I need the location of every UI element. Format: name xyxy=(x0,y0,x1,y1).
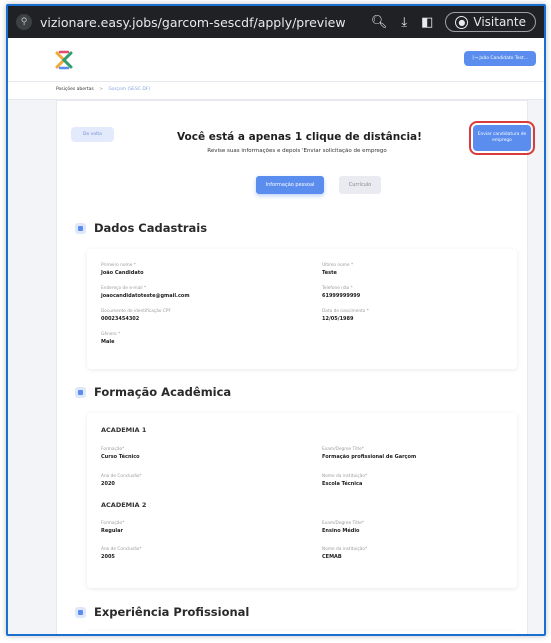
year-field: Ano de Conclusão* 2005 xyxy=(101,547,142,560)
breadcrumb-current: Garçom (SESC DF) xyxy=(108,87,151,92)
section-title: Formação Acadêmica xyxy=(94,385,232,399)
institution-field: Nome da instituição* CEMAB xyxy=(322,547,367,560)
field-label: Exam/Degree Title* xyxy=(322,447,364,452)
field-value: 2005 xyxy=(101,554,115,560)
url-text[interactable]: vizionare.easy.jobs/garcom-sescdf/apply/… xyxy=(40,15,357,30)
user-menu-button[interactable]: [→ João Candidato Test... xyxy=(464,51,536,66)
field-value: Curso Técnico xyxy=(101,454,140,460)
field-label: Endereço de e-mail * xyxy=(101,286,147,291)
profile-button[interactable]: ● Visitante xyxy=(445,12,536,32)
section-icon xyxy=(75,222,86,234)
degree-field: Exam/Degree Title* Ensino Médio xyxy=(322,521,364,534)
field-label: Exam/Degree Title* xyxy=(322,521,364,526)
hero-title: Você está a apenas 1 clique de distância… xyxy=(177,131,422,143)
phone-field: Telefone não * 61999999999 xyxy=(322,286,360,299)
field-value: Escola Técnica xyxy=(322,481,363,487)
back-button[interactable]: De volta xyxy=(71,127,114,142)
field-label: Documento de identificação CPF xyxy=(101,309,171,314)
logo-icon xyxy=(55,50,73,70)
gender-field: Gênero * Male xyxy=(101,332,120,345)
formacao-field: Formação* Regular xyxy=(101,521,124,534)
formacao-card: ACADEMIA 1 Formação* Curso Técnico Exam/… xyxy=(87,413,517,588)
year-field: Ano de Conclusão* 2020 xyxy=(101,474,142,487)
sidepanel-icon[interactable]: ◧ xyxy=(421,15,433,30)
email-field: Endereço de e-mail * joaocandidatoteste@… xyxy=(101,286,190,299)
field-label: Primeiro nome * xyxy=(101,263,136,268)
field-value: Ensino Médio xyxy=(322,528,360,534)
profile-label: Visitante xyxy=(473,15,526,29)
field-value: João Candidato xyxy=(101,270,144,276)
experiencia-card xyxy=(87,631,517,634)
academy-title: ACADEMIA 2 xyxy=(101,501,147,509)
section-icon xyxy=(75,606,86,618)
tab-curriculum[interactable]: Currículo xyxy=(339,176,381,194)
section-heading-dados: Dados Cadastrais xyxy=(75,221,207,235)
preview-card: De volta Você está a apenas 1 clique de … xyxy=(56,100,535,634)
field-value: 12/05/1989 xyxy=(322,316,354,322)
breadcrumb-separator: > xyxy=(99,87,103,92)
birth-field: Data de nascimento * 12/05/1989 xyxy=(322,309,369,322)
tab-personal-info[interactable]: Informação pessoal xyxy=(256,176,324,194)
download-icon[interactable]: ⤓ xyxy=(401,15,407,30)
degree-field: Exam/Degree Title* Formação profissional… xyxy=(322,447,416,460)
field-label: Nome da instituição* xyxy=(322,474,368,479)
field-value: Formação profissional de Garçom xyxy=(322,454,417,460)
user-icon: ● xyxy=(455,15,469,29)
field-value: 00023454302 xyxy=(101,316,140,322)
section-heading-experiencia: Experiência Profissional xyxy=(75,605,249,619)
section-icon xyxy=(75,386,86,398)
field-value: Regular xyxy=(101,528,123,534)
dados-card: Primeiro nome * João Candidato Último no… xyxy=(87,249,517,369)
field-label: Último nome * xyxy=(322,263,354,268)
field-label: Telefone não * xyxy=(322,286,353,291)
breadcrumb-root[interactable]: Posições abertas xyxy=(56,87,94,92)
formacao-field: Formação* Curso Técnico xyxy=(101,447,140,460)
section-title: Dados Cadastrais xyxy=(94,221,208,235)
section-heading-formacao: Formação Acadêmica xyxy=(75,385,231,399)
field-label: Data de nascimento * xyxy=(322,309,369,314)
screenshot-frame: ⚲ vizionare.easy.jobs/garcom-sescdf/appl… xyxy=(6,4,546,636)
field-value: Teste xyxy=(322,270,337,276)
field-label: Ano de Conclusão* xyxy=(101,474,142,479)
search-icon[interactable]: 🔍︎ xyxy=(371,15,388,30)
section-title: Experiência Profissional xyxy=(94,605,250,619)
last-name-field: Último nome * Teste xyxy=(322,263,353,276)
academy-title: ACADEMIA 1 xyxy=(101,426,147,434)
first-name-field: Primeiro nome * João Candidato xyxy=(101,263,144,276)
cpf-field: Documento de identificação CPF 000234543… xyxy=(101,309,171,322)
field-value: Male xyxy=(101,339,115,345)
field-label: Nome da instituição* xyxy=(322,547,368,552)
field-label: Formação* xyxy=(101,447,125,452)
field-label: Formação* xyxy=(101,521,125,526)
site-info-icon[interactable]: ⚲ xyxy=(16,14,32,30)
field-value: joaocandidatoteste@gmail.com xyxy=(101,293,190,299)
breadcrumb: Posições abertas > Garçom (SESC DF) xyxy=(8,82,544,100)
field-value: 61999999999 xyxy=(322,293,361,299)
field-value: 2020 xyxy=(101,481,115,487)
field-label: Ano de Conclusão* xyxy=(101,547,142,552)
field-value: CEMAB xyxy=(322,554,342,560)
institution-field: Nome da instituição* Escola Técnica xyxy=(322,474,367,487)
browser-address-bar: ⚲ vizionare.easy.jobs/garcom-sescdf/appl… xyxy=(8,6,544,38)
app-header: [→ João Candidato Test... xyxy=(8,38,544,82)
hero-subtitle: Revise suas informações e depois 'Enviar… xyxy=(207,148,387,154)
submit-application-button[interactable]: Enviar candidatura de emprego xyxy=(469,121,535,155)
field-label: Gênero * xyxy=(101,332,121,337)
